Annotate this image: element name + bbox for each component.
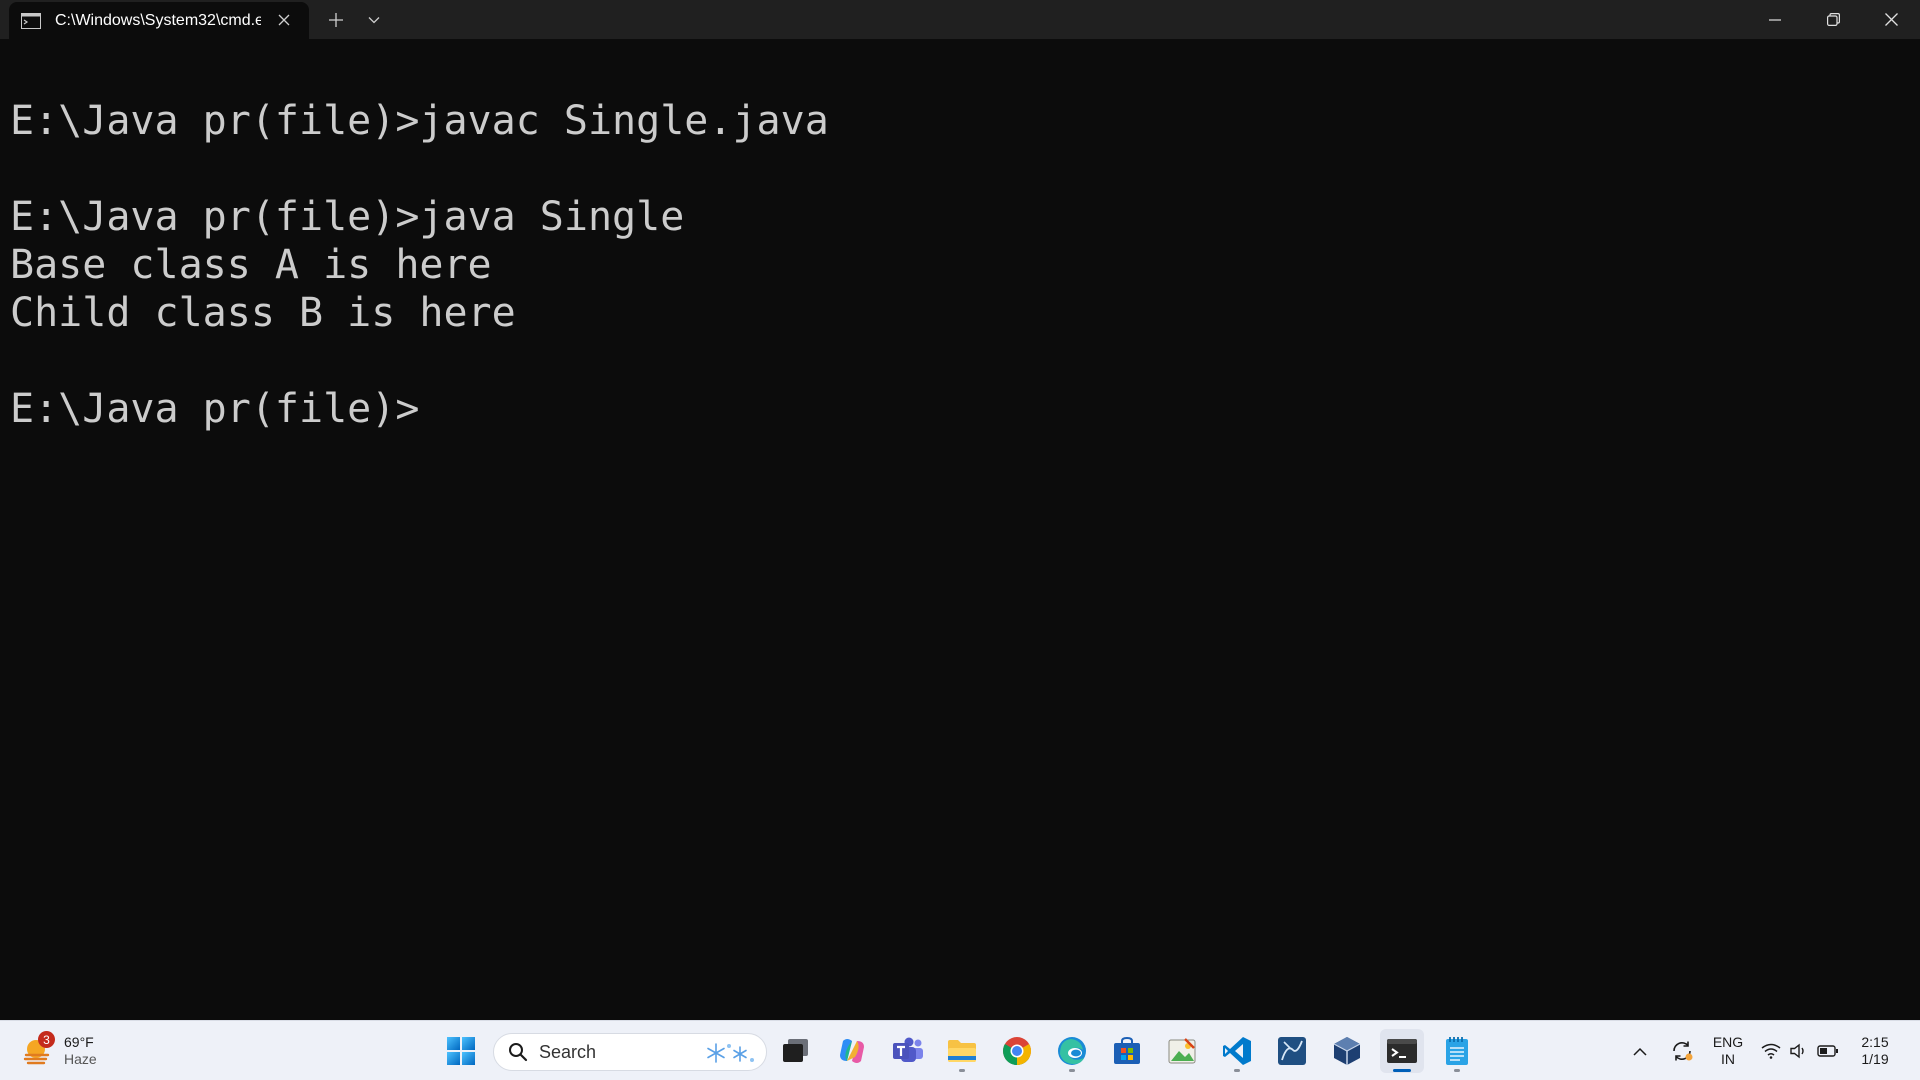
- copilot-icon: [840, 1039, 864, 1063]
- battery-icon: [1817, 1045, 1838, 1057]
- notepad-icon: [1446, 1037, 1468, 1065]
- terminal-line: Base class A is here: [10, 242, 492, 288]
- terminal-line: E:\Java pr(file)>javac Single.java: [10, 98, 829, 144]
- teams-button[interactable]: [886, 1029, 930, 1073]
- quick-settings-button[interactable]: [1758, 1021, 1842, 1080]
- search-label: Search: [539, 1041, 597, 1062]
- clock-button[interactable]: 2:15 1/19: [1850, 1021, 1900, 1080]
- store-button[interactable]: [1105, 1029, 1149, 1073]
- terminal-line: Child class B is here: [10, 290, 516, 336]
- notepad-button[interactable]: [1435, 1029, 1479, 1073]
- new-tab-button[interactable]: [317, 0, 355, 39]
- plus-icon: [329, 12, 343, 27]
- terminal-button[interactable]: [1380, 1029, 1424, 1073]
- snowflake-icon: [707, 1043, 754, 1063]
- running-indicator: [1234, 1069, 1240, 1072]
- tab-title: C:\Windows\System32\cmd.exe: [55, 11, 261, 29]
- task-view-icon: [783, 1039, 808, 1062]
- app-icon: [1278, 1037, 1306, 1065]
- edge-button[interactable]: [1050, 1029, 1094, 1073]
- virtualbox-icon: [1333, 1037, 1361, 1065]
- running-indicator: [1069, 1069, 1075, 1072]
- language-code: ENG: [1712, 1034, 1744, 1050]
- weather-condition: Haze: [64, 1051, 97, 1067]
- title-bar: C:\Windows\System32\cmd.exe: [0, 0, 1920, 39]
- weather-badge: 3: [38, 1031, 55, 1048]
- weather-haze-icon: 3: [22, 1031, 55, 1067]
- wifi-icon: [1761, 1043, 1781, 1059]
- terminal-tab[interactable]: C:\Windows\System32\cmd.exe: [9, 2, 309, 39]
- vscode-button[interactable]: [1215, 1029, 1259, 1073]
- taskbar-search[interactable]: Search: [493, 1033, 767, 1071]
- vscode-icon: [1223, 1037, 1251, 1065]
- search-icon: [509, 1043, 528, 1062]
- close-window-button[interactable]: [1862, 0, 1920, 39]
- chrome-icon: [1003, 1037, 1031, 1065]
- volume-icon: [1790, 1043, 1804, 1059]
- blue-app-button[interactable]: [1270, 1029, 1314, 1073]
- chevron-down-icon: [368, 16, 380, 23]
- clock-time: 2:15: [1861, 1034, 1889, 1050]
- clock-date: 1/19: [1861, 1051, 1889, 1067]
- keyboard-region: IN: [1721, 1051, 1735, 1067]
- window-controls: [1746, 0, 1920, 39]
- chrome-button[interactable]: [995, 1029, 1039, 1073]
- weather-widget[interactable]: 3 69°F Haze: [22, 1029, 142, 1073]
- store-icon: [1114, 1037, 1140, 1064]
- photo-app-icon: [1168, 1038, 1196, 1064]
- copilot-button[interactable]: [830, 1029, 874, 1073]
- tab-close-button[interactable]: [275, 11, 293, 29]
- close-icon: [1884, 13, 1898, 26]
- close-icon: [278, 14, 290, 26]
- edge-icon: [1058, 1037, 1086, 1065]
- folder-icon: [948, 1040, 976, 1062]
- file-explorer-button[interactable]: [940, 1029, 984, 1073]
- terminal-output[interactable]: E:\Java pr(file)>javac Single.java E:\Ja…: [0, 39, 1920, 1020]
- start-button[interactable]: [439, 1029, 483, 1073]
- terminal-icon: [1387, 1039, 1417, 1063]
- task-view-button[interactable]: [774, 1029, 818, 1073]
- teams-icon: [893, 1037, 923, 1062]
- sync-icon: [1673, 1041, 1693, 1061]
- minimize-button[interactable]: [1746, 0, 1804, 39]
- windows-logo-icon: [447, 1037, 475, 1065]
- taskbar: 3 69°F Haze Search ENG IN 2:15 1/19: [0, 1020, 1920, 1080]
- show-hidden-icons-button[interactable]: [1625, 1021, 1655, 1080]
- cmd-icon: [21, 12, 41, 29]
- weather-temperature: 69°F: [64, 1034, 94, 1050]
- minimize-icon: [1769, 18, 1781, 21]
- terminal-prompt: E:\Java pr(file)>: [10, 386, 420, 432]
- running-indicator: [1454, 1069, 1460, 1072]
- running-indicator: [959, 1069, 965, 1072]
- virtualbox-button[interactable]: [1325, 1029, 1369, 1073]
- terminal-line: E:\Java pr(file)>java Single: [10, 194, 685, 240]
- tab-dropdown-button[interactable]: [355, 0, 393, 39]
- sync-status-button[interactable]: [1665, 1021, 1699, 1080]
- active-indicator: [1393, 1069, 1411, 1072]
- restore-icon: [1826, 13, 1840, 26]
- chevron-up-icon: [1633, 1047, 1647, 1056]
- restore-button[interactable]: [1804, 0, 1862, 39]
- photo-app-button[interactable]: [1160, 1029, 1204, 1073]
- language-indicator[interactable]: ENG IN: [1707, 1021, 1749, 1080]
